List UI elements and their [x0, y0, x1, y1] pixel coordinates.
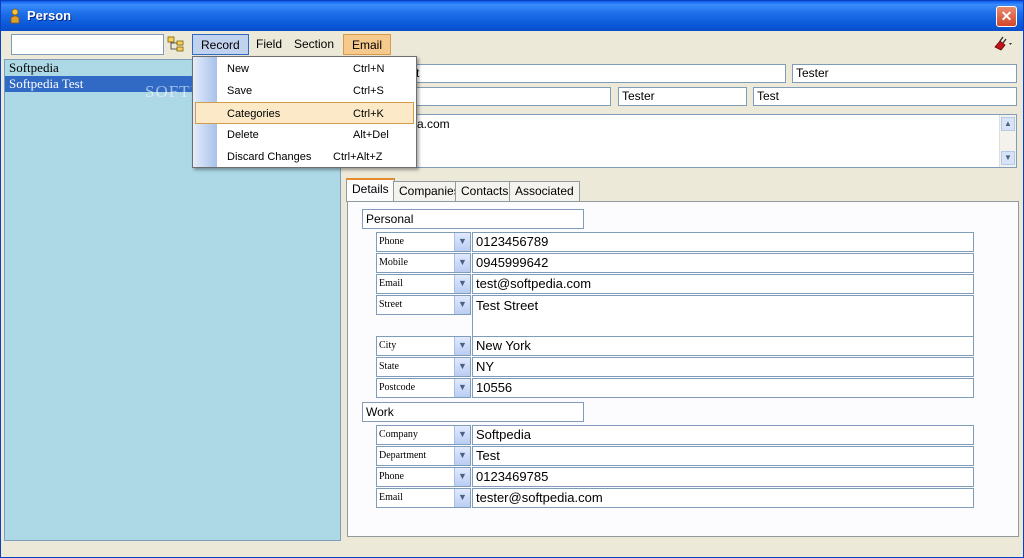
person-icon [10, 8, 20, 24]
scroll-up-icon[interactable]: ▲ [1001, 117, 1015, 131]
field-type-select[interactable]: Phone ▼ [376, 232, 471, 252]
field-type-select[interactable]: Email ▼ [376, 274, 471, 294]
field-type-select[interactable]: Phone ▼ [376, 467, 471, 487]
tab-contacts[interactable]: Contacts [455, 181, 515, 201]
person-window: Person ✕ Record Field Section Email Soft… [0, 0, 1024, 558]
scroll-down-icon[interactable]: ▼ [1001, 151, 1015, 165]
chevron-down-icon[interactable]: ▼ [454, 275, 470, 293]
field-type-select[interactable]: City ▼ [376, 336, 471, 356]
memo-scrollbar[interactable]: ▲ ▼ [999, 115, 1016, 167]
personal-section-label[interactable]: Personal [362, 209, 584, 229]
plugin-icon[interactable] [992, 35, 1016, 53]
chevron-down-icon[interactable]: ▼ [454, 379, 470, 397]
menu-item-new[interactable]: New Ctrl+N [195, 58, 414, 80]
name-field-3[interactable] [412, 87, 611, 106]
state-field[interactable]: NY [472, 357, 974, 377]
field-type-select[interactable]: Postcode ▼ [376, 378, 471, 398]
department-field[interactable]: Test [472, 446, 974, 466]
email-field[interactable]: test@softpedia.com [472, 274, 974, 294]
postcode-field[interactable]: 10556 [472, 378, 974, 398]
field-type-select[interactable]: Department ▼ [376, 446, 471, 466]
field-type-select[interactable]: State ▼ [376, 357, 471, 377]
city-field[interactable]: New York [472, 336, 974, 356]
tab-associated[interactable]: Associated [509, 181, 580, 201]
chevron-down-icon[interactable]: ▼ [454, 233, 470, 251]
chevron-down-icon[interactable]: ▼ [454, 296, 470, 314]
window-title: Person [27, 8, 72, 23]
work-section-label[interactable]: Work [362, 402, 584, 422]
notes-memo[interactable]: a.com ▲ ▼ [412, 114, 1017, 168]
chevron-down-icon[interactable]: ▼ [454, 468, 470, 486]
menu-item-delete[interactable]: Delete Alt+Del [195, 124, 414, 146]
menu-field[interactable]: Field [248, 34, 290, 55]
chevron-down-icon[interactable]: ▼ [454, 337, 470, 355]
memo-text: a.com [417, 117, 450, 131]
menu-record[interactable]: Record [192, 34, 249, 55]
work-phone-field[interactable]: 0123469785 [472, 467, 974, 487]
company-field[interactable]: Softpedia [472, 425, 974, 445]
name-field-1[interactable]: t [412, 64, 786, 83]
menu-item-categories[interactable]: Categories Ctrl+K [195, 102, 414, 124]
record-editor: t Tester Tester Test a.com ▲ ▼ Details C… [342, 59, 1020, 541]
menu-email[interactable]: Email [343, 34, 392, 55]
field-type-select[interactable]: Mobile ▼ [376, 253, 471, 273]
chevron-down-icon[interactable]: ▼ [454, 447, 470, 465]
phone-field[interactable]: 0123456789 [472, 232, 974, 252]
menu-item-save[interactable]: Save Ctrl+S [195, 80, 414, 102]
tab-details[interactable]: Details [346, 178, 395, 202]
close-button[interactable]: ✕ [996, 6, 1017, 27]
name-field-5[interactable]: Test [753, 87, 1017, 106]
tree-view-icon[interactable] [167, 36, 185, 52]
field-type-select[interactable]: Street ▼ [376, 295, 471, 315]
chevron-down-icon[interactable]: ▼ [454, 358, 470, 376]
chevron-down-icon[interactable]: ▼ [454, 426, 470, 444]
chevron-down-icon[interactable]: ▼ [454, 489, 470, 507]
close-icon: ✕ [1000, 8, 1013, 24]
menu-item-discard-changes[interactable]: Discard Changes Ctrl+Alt+Z [195, 146, 414, 168]
mobile-field[interactable]: 0945999642 [472, 253, 974, 273]
name-field-2[interactable]: Tester [792, 64, 1017, 83]
toolbar: Record Field Section Email [4, 31, 1020, 57]
field-type-select[interactable]: Company ▼ [376, 425, 471, 445]
record-menu-dropdown: New Ctrl+N Save Ctrl+S Categories Ctrl+K De… [192, 56, 417, 168]
street-field[interactable]: Test Street [472, 295, 974, 337]
menu-section[interactable]: Section [286, 34, 342, 55]
field-type-select[interactable]: Email ▼ [376, 488, 471, 508]
work-email-field[interactable]: tester@softpedia.com [472, 488, 974, 508]
title-bar[interactable]: Person ✕ [1, 1, 1023, 31]
chevron-down-icon[interactable]: ▼ [454, 254, 470, 272]
name-field-4[interactable]: Tester [618, 87, 747, 106]
search-input[interactable] [11, 34, 164, 55]
details-panel: Personal Phone ▼ 0123456789 Mobile ▼ 09459… [347, 201, 1019, 537]
